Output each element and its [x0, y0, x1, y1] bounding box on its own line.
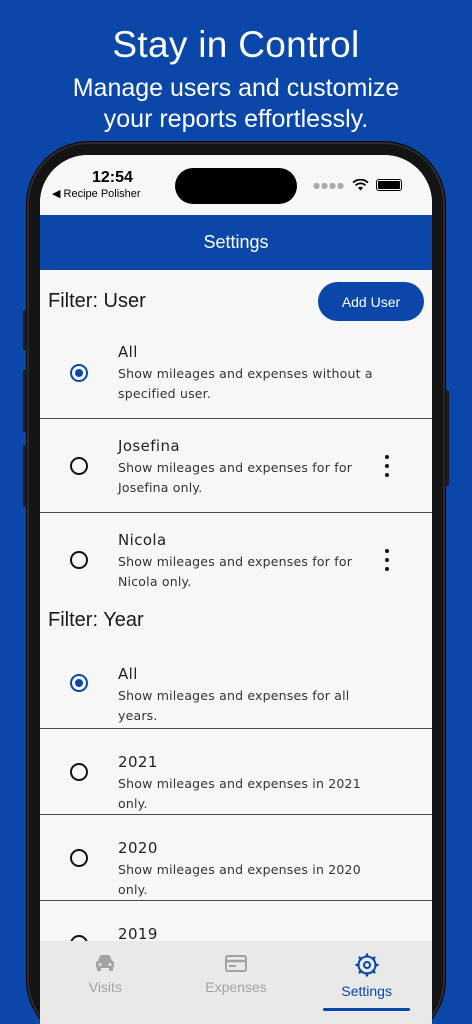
app-bar: Settings — [40, 215, 432, 270]
year-row-title: All — [118, 665, 138, 683]
year-row-title: 2020 — [118, 839, 158, 857]
radio-user-all[interactable] — [70, 364, 88, 382]
phone-volume-up-button — [23, 370, 28, 432]
promo-subtitle: Manage users and customize your reports … — [0, 73, 472, 135]
user-row-description: Show mileages and expenses for for Josef… — [118, 460, 353, 495]
nav-settings[interactable]: Settings — [301, 941, 432, 1024]
user-row-title: Nicola — [118, 531, 167, 549]
radio-year-2021[interactable] — [70, 763, 88, 781]
user-row-josefina[interactable]: Josefina Show mileages and expenses for … — [40, 419, 432, 513]
radio-year-all[interactable] — [70, 674, 88, 692]
radio-user-nicola[interactable] — [70, 551, 88, 569]
card-icon — [225, 955, 247, 972]
dynamic-island — [175, 168, 297, 204]
promo-subtitle-line-2: your reports effortlessly. — [103, 105, 369, 133]
battery-icon — [376, 179, 402, 191]
gear-icon — [354, 953, 379, 977]
user-row-title: All — [118, 343, 138, 361]
user-row-all[interactable]: All Show mileages and expenses without a… — [40, 333, 432, 419]
filter-user-title: Filter: User — [48, 290, 146, 312]
user-row-nicola[interactable]: Nicola Show mileages and expenses for fo… — [40, 513, 432, 597]
wifi-icon — [352, 179, 369, 191]
status-bar: 12:54 ◀ Recipe Polisher ●●●● — [40, 155, 432, 215]
nav-visits[interactable]: Visits — [40, 941, 171, 1024]
back-to-app-link[interactable]: ◀ Recipe Polisher — [52, 187, 141, 200]
filter-user-header: Filter: User Add User — [40, 270, 432, 333]
phone-power-button — [444, 390, 449, 486]
nav-settings-label: Settings — [341, 983, 392, 999]
year-row-all[interactable]: All Show mileages and expenses for all y… — [40, 643, 432, 729]
year-row-2021[interactable]: 2021 Show mileages and expenses in 2021 … — [40, 729, 432, 815]
year-row-description: Show mileages and expenses in 2021 only. — [118, 776, 361, 811]
promo-title: Stay in Control — [112, 24, 360, 65]
nav-expenses-label: Expenses — [205, 979, 267, 995]
radio-user-josefina[interactable] — [70, 457, 88, 475]
year-row-2020[interactable]: 2020 Show mileages and expenses in 2020 … — [40, 815, 432, 901]
filter-year-title: Filter: Year — [48, 608, 144, 631]
filter-year-header: Filter: Year — [40, 597, 432, 643]
nav-visits-label: Visits — [88, 979, 122, 995]
nav-expenses[interactable]: Expenses — [171, 941, 302, 1024]
phone-volume-down-button — [23, 445, 28, 507]
phone-screen: 12:54 ◀ Recipe Polisher ●●●● Settings Fi… — [40, 155, 432, 1024]
user-row-title: Josefina — [118, 437, 180, 455]
year-row-description: Show mileages and expenses for all years… — [118, 688, 350, 723]
radio-year-2020[interactable] — [70, 849, 88, 867]
more-options-icon[interactable] — [384, 455, 390, 477]
more-options-icon[interactable] — [384, 549, 390, 571]
bottom-nav: Visits Expenses Settings — [40, 941, 432, 1024]
year-row-title: 2021 — [118, 753, 158, 771]
status-icons: ●●●● — [313, 179, 402, 191]
promo-subtitle-line-1: Manage users and customize — [72, 74, 400, 102]
add-user-button[interactable]: Add User — [318, 282, 424, 321]
signal-dots-icon: ●●●● — [313, 180, 345, 190]
year-row-description: Show mileages and expenses in 2020 only. — [118, 862, 361, 897]
car-icon — [96, 955, 115, 971]
phone-side-button — [23, 310, 28, 350]
status-time: 12:54 — [92, 169, 133, 186]
user-row-description: Show mileages and expenses for for Nicol… — [118, 554, 353, 589]
nav-active-indicator — [323, 1008, 411, 1011]
settings-content: Filter: User Add User All Show mileages … — [40, 270, 432, 987]
page-title: Settings — [203, 232, 269, 252]
user-row-description: Show mileages and expenses without a spe… — [118, 366, 373, 401]
